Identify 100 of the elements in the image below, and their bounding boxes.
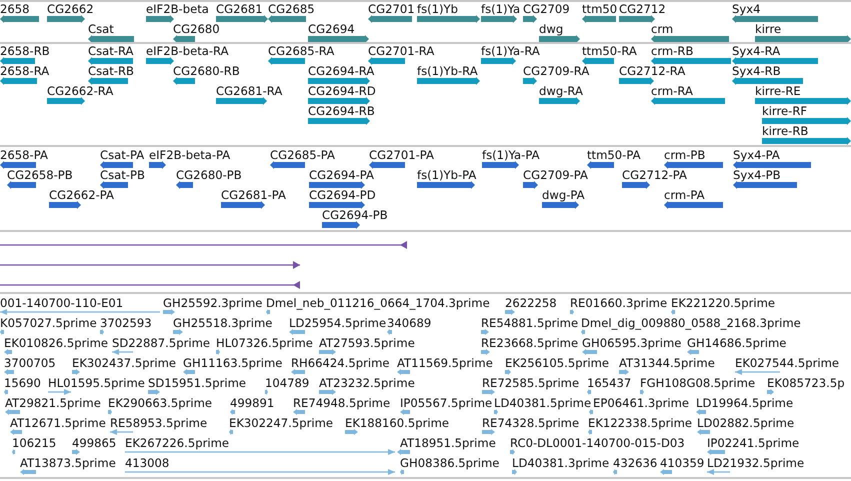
feature-glyph[interactable] [322,221,360,229]
feature-glyph[interactable] [72,449,80,455]
feature-glyph[interactable] [494,409,498,415]
feature-glyph[interactable] [146,15,174,23]
feature-glyph[interactable] [570,309,574,315]
feature-glyph[interactable] [0,161,36,169]
feature-glyph[interactable] [0,329,4,335]
feature-glyph[interactable] [265,389,268,395]
feature-glyph[interactable] [619,15,655,23]
feature-glyph[interactable] [640,389,644,395]
feature-glyph[interactable] [589,409,593,415]
feature-glyph[interactable] [173,329,183,335]
feature-glyph[interactable] [664,161,723,169]
feature-glyph[interactable] [308,97,370,105]
feature-glyph[interactable] [481,15,517,23]
feature-glyph[interactable] [582,15,616,23]
feature-glyph[interactable] [481,349,490,355]
feature-glyph[interactable] [110,429,133,435]
feature-glyph[interactable] [183,369,195,375]
feature-glyph[interactable] [368,15,412,23]
feature-glyph[interactable] [707,469,730,475]
feature-glyph[interactable] [216,349,220,355]
feature-glyph[interactable] [149,161,166,169]
feature-glyph[interactable] [0,15,39,23]
feature-glyph[interactable] [173,35,195,42]
feature-glyph[interactable] [622,181,650,189]
feature-glyph[interactable] [5,409,20,415]
feature-glyph[interactable] [481,57,516,65]
feature-glyph[interactable] [163,309,175,315]
feature-glyph[interactable] [687,349,699,355]
feature-glyph[interactable] [732,77,803,85]
feature-glyph[interactable] [582,57,614,65]
feature-glyph[interactable] [216,97,267,105]
feature-glyph[interactable] [651,57,731,65]
feature-glyph[interactable] [308,35,369,42]
feature-glyph[interactable] [100,181,128,189]
feature-glyph[interactable] [482,429,495,435]
feature-glyph[interactable] [146,57,174,65]
feature-glyph[interactable] [369,161,405,169]
feature-glyph[interactable] [72,369,80,375]
feature-glyph[interactable] [12,449,15,455]
feature-glyph[interactable] [696,409,706,415]
feature-glyph[interactable] [733,161,811,169]
feature-glyph[interactable] [368,57,405,65]
feature-glyph[interactable] [587,161,614,169]
alignment-line[interactable] [0,241,407,249]
feature-glyph[interactable] [387,329,392,335]
feature-glyph[interactable] [4,369,14,375]
feature-glyph[interactable] [176,181,193,189]
feature-glyph[interactable] [319,349,336,355]
feature-glyph[interactable] [619,369,629,375]
feature-glyph[interactable] [762,117,851,125]
feature-glyph[interactable] [755,97,851,105]
feature-glyph[interactable] [4,349,12,355]
feature-glyph[interactable] [619,77,654,85]
feature-glyph[interactable] [523,15,537,23]
feature-glyph[interactable] [125,469,395,475]
feature-glyph[interactable] [482,161,519,169]
feature-glyph[interactable] [588,429,592,435]
feature-glyph[interactable] [148,389,160,395]
feature-glyph[interactable] [293,409,305,415]
feature-glyph[interactable] [229,429,233,435]
feature-glyph[interactable] [20,469,36,475]
feature-glyph[interactable] [482,389,495,395]
feature-glyph[interactable] [291,369,305,375]
feature-glyph[interactable] [47,15,85,23]
feature-glyph[interactable] [400,469,404,475]
feature-glyph[interactable] [664,201,723,209]
feature-glyph[interactable] [767,389,774,395]
feature-glyph[interactable] [587,389,591,395]
feature-glyph[interactable] [345,429,358,435]
feature-glyph[interactable] [542,201,579,209]
feature-glyph[interactable] [308,117,370,125]
feature-glyph[interactable] [651,97,725,105]
feature-glyph[interactable] [732,15,818,23]
feature-glyph[interactable] [397,449,410,455]
feature-glyph[interactable] [7,181,36,189]
feature-glyph[interactable] [0,77,37,85]
feature-glyph[interactable] [10,429,22,435]
feature-glyph[interactable] [735,369,780,375]
feature-glyph[interactable] [0,57,35,65]
feature-glyph[interactable] [400,409,410,415]
feature-glyph[interactable] [417,77,480,85]
feature-glyph[interactable] [417,15,480,23]
feature-glyph[interactable] [510,449,515,455]
feature-glyph[interactable] [268,57,305,65]
alignment-line[interactable] [0,281,300,289]
feature-glyph[interactable] [108,409,112,415]
feature-glyph[interactable] [221,201,265,209]
feature-glyph[interactable] [733,181,797,189]
feature-glyph[interactable] [505,309,515,315]
feature-glyph[interactable] [100,329,104,335]
feature-glyph[interactable] [100,161,133,169]
feature-glyph[interactable] [512,469,517,475]
feature-glyph[interactable] [266,309,270,315]
feature-glyph[interactable] [309,201,365,209]
feature-glyph[interactable] [755,35,851,42]
feature-glyph[interactable] [651,35,729,42]
feature-glyph[interactable] [417,181,475,189]
feature-glyph[interactable] [523,181,538,189]
